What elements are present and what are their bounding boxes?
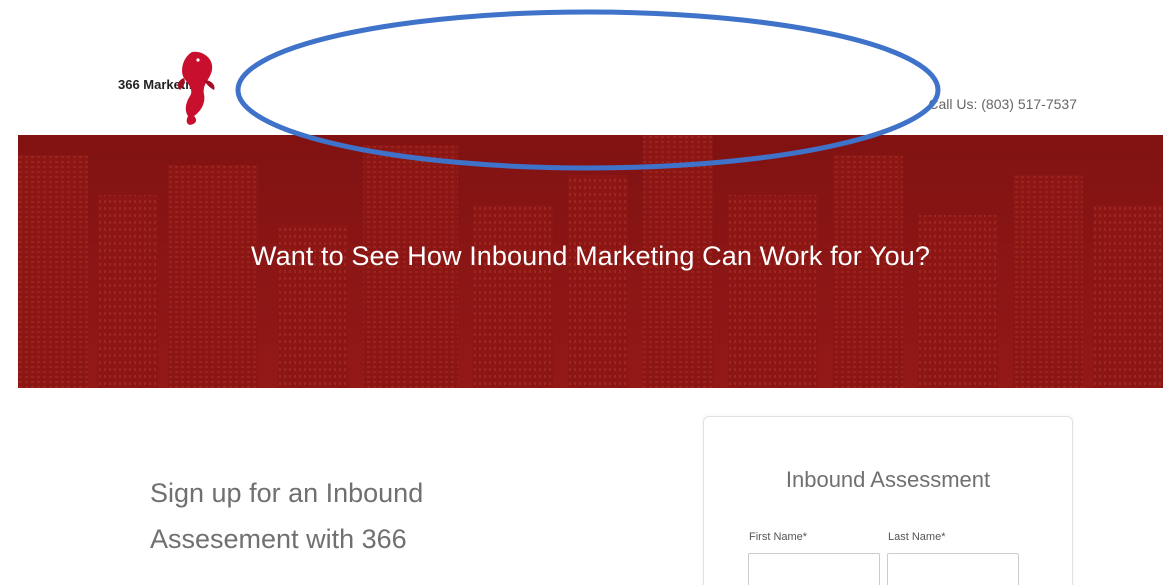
- signup-line-2: Assesement with 366: [150, 524, 407, 554]
- first-name-label: First Name*: [749, 531, 808, 543]
- highlight-ellipse-annotation: [235, 9, 941, 171]
- assessment-form-card: Inbound Assessment First Name* Last Name…: [703, 416, 1073, 585]
- signup-line-1: Sign up for an Inbound: [150, 478, 424, 508]
- form-title: Inbound Assessment: [785, 467, 991, 492]
- logo-link[interactable]: 366 Marketing: [118, 50, 228, 126]
- koi-fish-icon: [177, 51, 215, 126]
- first-name-field[interactable]: [748, 553, 880, 585]
- signup-heading: Sign up for an Inbound Assesement with 3…: [150, 470, 570, 562]
- call-us-text[interactable]: Call Us: (803) 517-7537: [928, 96, 1077, 112]
- hero-title: Want to See How Inbound Marketing Can Wo…: [251, 241, 930, 271]
- last-name-label: Last Name*: [888, 531, 946, 543]
- last-name-field[interactable]: [887, 553, 1019, 585]
